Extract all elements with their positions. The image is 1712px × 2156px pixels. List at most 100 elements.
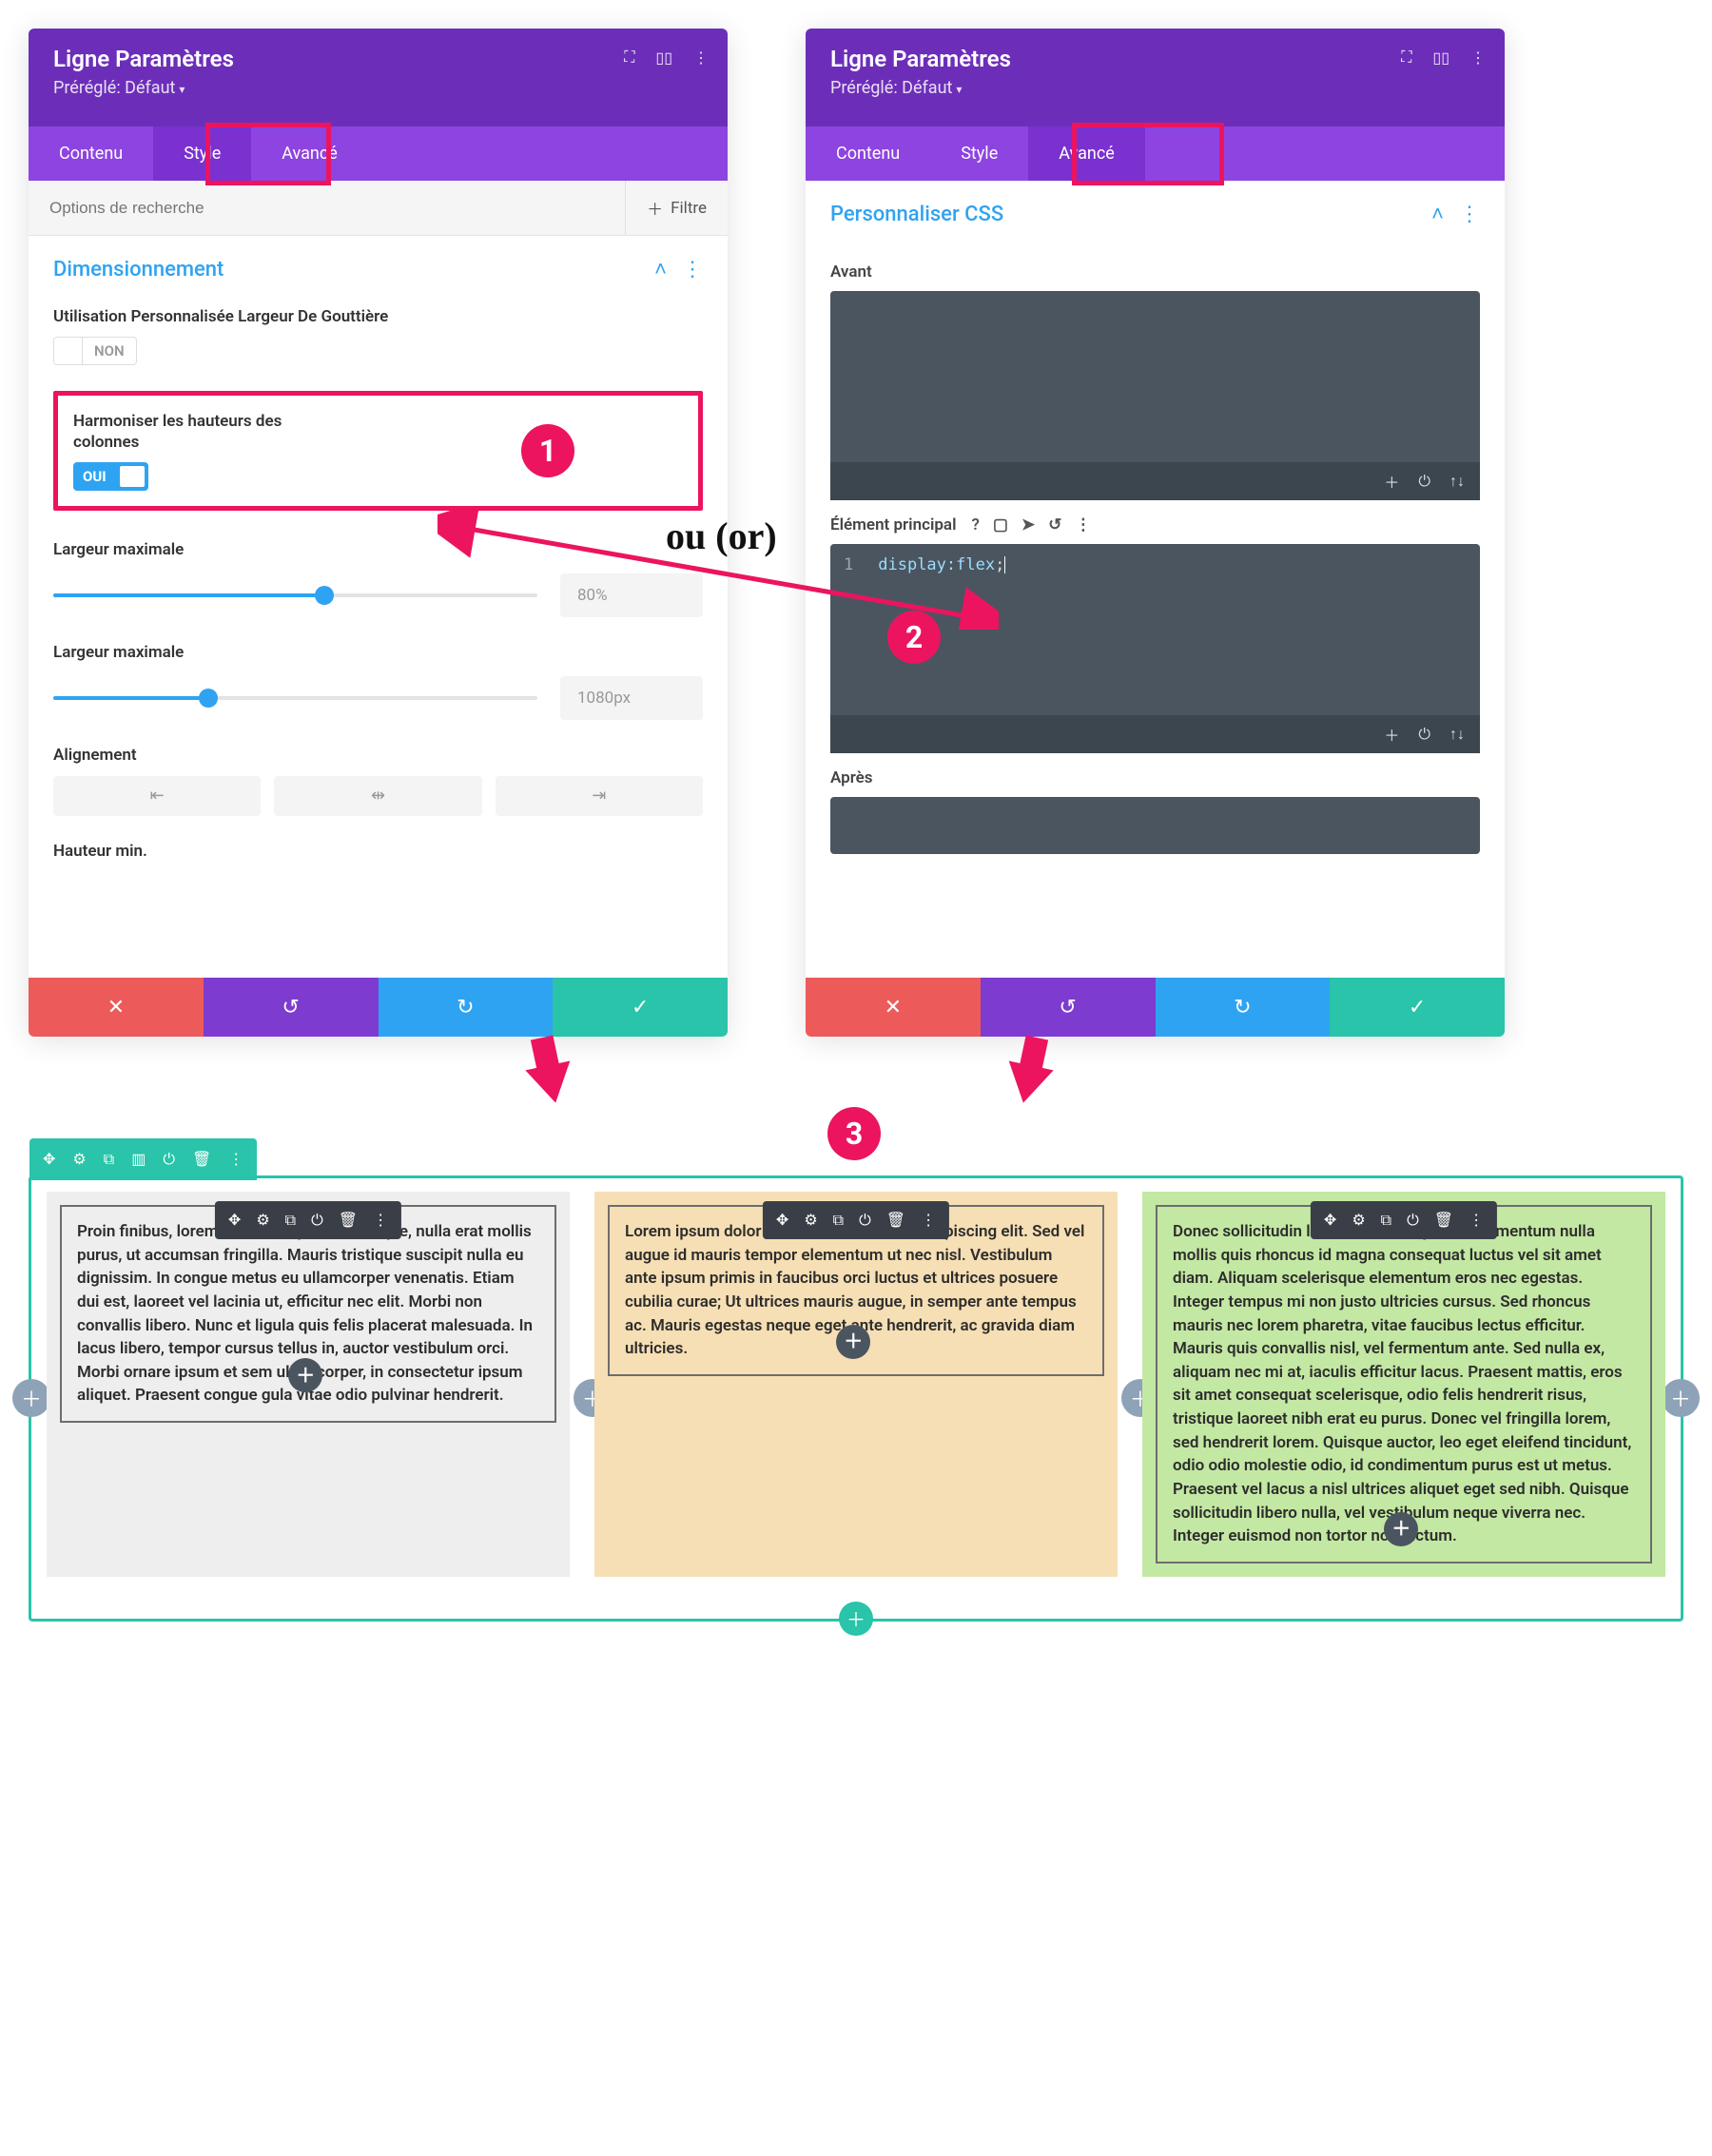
expand-icon[interactable]: ⛶	[624, 48, 634, 67]
max-width-1-value[interactable]: 80%	[560, 573, 703, 617]
move-icon[interactable]: ✥	[776, 1211, 788, 1230]
redo-button[interactable]: ↻	[1156, 978, 1331, 1037]
column-3[interactable]: ✥ ⚙ ⧉ ⏻ 🗑 ⋮ Donec sollicitudin lorem ac …	[1142, 1192, 1665, 1577]
add-module-button[interactable]: ＋	[836, 1325, 870, 1359]
move-icon[interactable]: ✥	[228, 1211, 241, 1230]
save-button[interactable]: ✓	[1330, 978, 1505, 1037]
module-toolbar[interactable]: ✥ ⚙ ⧉ ⏻ 🗑 ⋮	[1311, 1201, 1497, 1239]
section-css-header[interactable]: Personnaliser CSS ˄ ⋮	[806, 181, 1505, 247]
search-input[interactable]	[29, 184, 625, 233]
more-icon[interactable]: ⋮	[1459, 203, 1480, 226]
more-icon[interactable]: ⋮	[693, 49, 709, 67]
trash-icon[interactable]: 🗑	[1434, 1211, 1453, 1230]
gear-icon[interactable]: ⚙	[256, 1211, 269, 1230]
slider-thumb[interactable]	[199, 689, 218, 708]
max-width-1-slider[interactable]	[53, 593, 537, 597]
column-1[interactable]: ✥ ⚙ ⧉ ⏻ 🗑 ⋮ Proin finibus, lorem vitae v…	[47, 1192, 570, 1577]
slider-thumb[interactable]	[315, 586, 334, 605]
after-css-editor[interactable]	[830, 797, 1480, 854]
section-sizing-header[interactable]: Dimensionnement ˄ ⋮	[29, 236, 728, 302]
filter-button[interactable]: ＋ Filtre	[625, 181, 728, 235]
tab-style[interactable]: Style	[153, 126, 251, 181]
move-icon[interactable]: ✥	[43, 1150, 55, 1169]
power-icon[interactable]: ⏻	[163, 1150, 175, 1169]
align-center-button[interactable]: ⇹	[274, 776, 481, 816]
add-module-button[interactable]: ＋	[1384, 1512, 1418, 1546]
tab-content[interactable]: Contenu	[29, 126, 153, 181]
chevron-up-icon[interactable]: ˄	[654, 257, 667, 282]
gear-icon[interactable]: ⚙	[72, 1150, 86, 1169]
align-right-button[interactable]: ⇥	[496, 776, 703, 816]
columns-icon[interactable]: ▯▯	[1432, 49, 1449, 67]
undo-icon[interactable]: ↺	[1048, 515, 1061, 534]
text-cursor	[1004, 556, 1005, 573]
alignment-label: Alignement	[53, 745, 703, 766]
before-css-editor[interactable]: ＋ ⏻ ↑↓	[830, 291, 1480, 500]
duplicate-icon[interactable]: ⧉	[1381, 1211, 1391, 1230]
undo-button[interactable]: ↺	[981, 978, 1156, 1037]
duplicate-icon[interactable]: ⧉	[104, 1150, 114, 1169]
gear-icon[interactable]: ⚙	[804, 1211, 817, 1230]
sort-icon[interactable]: ↑↓	[1449, 725, 1465, 744]
more-icon[interactable]: ⋮	[682, 258, 703, 282]
power-icon[interactable]: ⏻	[1407, 1211, 1419, 1230]
help-icon[interactable]: ?	[971, 515, 979, 534]
max-width-2-value[interactable]: 1080px	[560, 676, 703, 720]
gutter-toggle[interactable]: NON	[53, 337, 137, 365]
redo-button[interactable]: ↻	[379, 978, 554, 1037]
expand-icon[interactable]: ⛶	[1401, 48, 1411, 67]
duplicate-icon[interactable]: ⧉	[285, 1211, 296, 1230]
advanced-settings-panel: Ligne Paramètres Préréglé: Défaut▾ ⛶ ▯▯ …	[806, 29, 1505, 1037]
align-left-button[interactable]: ⇤	[53, 776, 261, 816]
save-button[interactable]: ✓	[553, 978, 728, 1037]
tab-content[interactable]: Contenu	[806, 126, 930, 181]
plus-icon[interactable]: ＋	[1384, 723, 1399, 746]
main-element-label: Élément principal ? ▢ ➤ ↺ ⋮	[830, 515, 1480, 534]
duplicate-icon[interactable]: ⧉	[833, 1211, 844, 1230]
more-icon[interactable]: ⋮	[373, 1211, 388, 1230]
add-row-button[interactable]: ＋	[839, 1602, 873, 1636]
preset-dropdown[interactable]: Préréglé: Défaut▾	[53, 78, 703, 98]
trash-icon[interactable]: 🗑	[339, 1211, 358, 1230]
module-toolbar[interactable]: ✥ ⚙ ⧉ ⏻ 🗑 ⋮	[215, 1201, 401, 1239]
pointer-icon[interactable]: ➤	[1021, 515, 1035, 534]
power-icon[interactable]: ⏻	[1418, 472, 1430, 491]
column-2[interactable]: ✥ ⚙ ⧉ ⏻ 🗑 ⋮ Lorem ipsum dolor sit amet, …	[594, 1192, 1118, 1577]
cancel-button[interactable]: ✕	[29, 978, 204, 1037]
cancel-button[interactable]: ✕	[806, 978, 981, 1037]
tab-advanced[interactable]: Avancé	[1028, 126, 1145, 181]
undo-button[interactable]: ↺	[204, 978, 379, 1037]
module-toolbar[interactable]: ✥ ⚙ ⧉ ⏻ 🗑 ⋮	[763, 1201, 949, 1239]
power-icon[interactable]: ⏻	[859, 1211, 871, 1230]
more-icon[interactable]: ⋮	[228, 1150, 243, 1169]
more-icon[interactable]: ⋮	[1469, 1211, 1484, 1230]
plus-icon[interactable]: ＋	[1384, 470, 1399, 493]
more-icon[interactable]: ⋮	[1470, 49, 1486, 67]
tab-advanced[interactable]: Avancé	[251, 126, 368, 181]
columns-icon[interactable]: ▥	[131, 1150, 146, 1169]
power-icon[interactable]: ⏻	[1418, 725, 1430, 744]
row-toolbar[interactable]: ✥ ⚙ ⧉ ▥ ⏻ 🗑 ⋮	[29, 1138, 257, 1180]
power-icon[interactable]: ⏻	[311, 1211, 323, 1230]
more-icon[interactable]: ⋮	[921, 1211, 936, 1230]
chevron-up-icon[interactable]: ˄	[1431, 202, 1444, 226]
trash-icon[interactable]: 🗑	[192, 1150, 211, 1169]
max-width-1-label: Largeur maximale	[53, 539, 703, 560]
text-module[interactable]: Donec sollicitudin lorem ac erat sapien,…	[1156, 1205, 1652, 1564]
trash-icon[interactable]: 🗑	[886, 1211, 905, 1230]
add-column-right[interactable]: ＋	[1662, 1379, 1700, 1417]
preset-dropdown[interactable]: Préréglé: Défaut▾	[830, 78, 1480, 98]
equalize-heights-toggle[interactable]: OUI	[73, 462, 148, 491]
move-icon[interactable]: ✥	[1324, 1211, 1336, 1230]
columns-icon[interactable]: ▯▯	[655, 49, 672, 67]
main-css-editor[interactable]: 1 display:flex; 2 ＋ ⏻ ↑↓	[830, 544, 1480, 753]
more-icon[interactable]: ⋮	[1075, 515, 1091, 534]
tab-style[interactable]: Style	[930, 126, 1028, 181]
tablet-icon[interactable]: ▢	[993, 515, 1008, 534]
equalize-heights-group: Harmoniser les hauteurs des colonnes OUI…	[53, 391, 703, 511]
gear-icon[interactable]: ⚙	[1352, 1211, 1365, 1230]
add-column-left[interactable]: ＋	[12, 1379, 50, 1417]
max-width-2-slider[interactable]	[53, 696, 537, 700]
sort-icon[interactable]: ↑↓	[1449, 472, 1465, 491]
style-settings-panel: Ligne Paramètres Préréglé: Défaut▾ ⛶ ▯▯ …	[29, 29, 728, 1037]
